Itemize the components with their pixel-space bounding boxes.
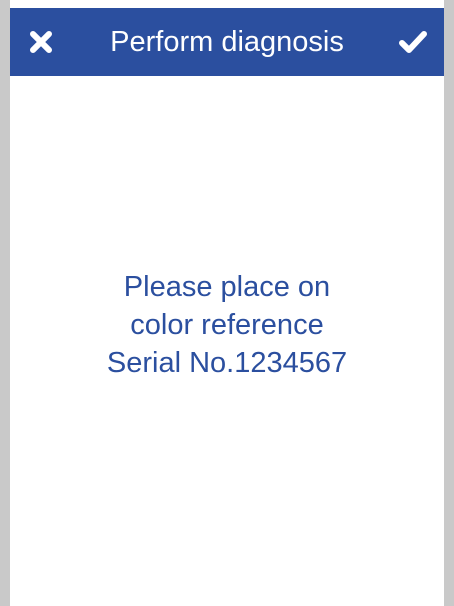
instruction-line-1: Please place on [123, 271, 331, 303]
confirm-button[interactable] [382, 8, 444, 76]
cancel-button[interactable] [10, 8, 72, 76]
instruction-line-2: color reference [130, 309, 324, 341]
checkmark-icon [398, 29, 428, 55]
device-screen: Perform diagnosis Please place on color … [0, 0, 454, 606]
page-title: Perform diagnosis [110, 26, 344, 58]
title-bar: Perform diagnosis [10, 8, 444, 76]
instruction-panel: Please place on color reference Serial N… [10, 76, 444, 606]
close-icon [28, 29, 54, 55]
serial-number-line: Serial No.1234567 [106, 347, 348, 379]
instruction-message: Please place on color reference Serial N… [107, 268, 347, 382]
